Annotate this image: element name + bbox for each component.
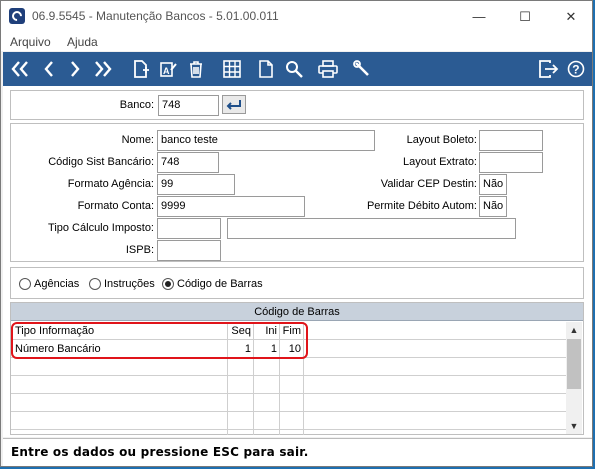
status-bar: Entre os dados ou pressione ESC para sai… bbox=[3, 438, 592, 466]
menu-arquivo[interactable]: Arquivo bbox=[10, 35, 51, 49]
next-icon[interactable] bbox=[63, 52, 87, 86]
enter-button[interactable] bbox=[222, 95, 246, 114]
prev-icon[interactable] bbox=[37, 52, 61, 86]
title-bar: 06.9.5545 - Manutenção Bancos - 5.01.00.… bbox=[1, 1, 592, 32]
grid-icon[interactable] bbox=[220, 52, 244, 86]
radio-agencias-circle bbox=[19, 278, 31, 290]
grid-line bbox=[11, 393, 568, 394]
tools-icon[interactable] bbox=[350, 52, 374, 86]
radio-codigo-barras[interactable]: Código de Barras bbox=[162, 278, 263, 290]
ispb-label: ISPB: bbox=[125, 244, 154, 256]
svg-text:?: ? bbox=[572, 63, 579, 77]
radio-agencias-label: Agências bbox=[34, 278, 80, 290]
last-icon[interactable] bbox=[91, 52, 115, 86]
details-panel: Nome: banco teste Código Sist Bancário: … bbox=[10, 123, 584, 262]
window-title: 06.9.5545 - Manutenção Bancos - 5.01.00.… bbox=[32, 9, 279, 23]
grid-line bbox=[11, 411, 568, 412]
permite-debito-input[interactable]: Não bbox=[479, 196, 507, 217]
layout-boleto-input[interactable] bbox=[479, 130, 543, 151]
codigo-barras-grid: Código de Barras Tipo Informação Seq Ini… bbox=[10, 302, 584, 435]
new-icon[interactable] bbox=[129, 52, 153, 86]
radio-instrucoes[interactable]: Instruções bbox=[89, 278, 155, 290]
delete-icon[interactable] bbox=[184, 52, 208, 86]
grid-scrollbar[interactable]: ▲ ▼ bbox=[566, 322, 582, 434]
scroll-thumb[interactable] bbox=[567, 339, 581, 389]
scroll-down-icon[interactable]: ▼ bbox=[566, 418, 582, 434]
layout-extrato-label: Layout Extrato: bbox=[403, 156, 477, 168]
banco-panel: Banco: 748 bbox=[10, 90, 584, 120]
menu-ajuda[interactable]: Ajuda bbox=[67, 35, 98, 49]
validar-cep-input[interactable]: Não bbox=[479, 174, 507, 195]
edit-icon[interactable]: A bbox=[156, 52, 180, 86]
print-icon[interactable] bbox=[316, 52, 340, 86]
application-window: 06.9.5545 - Manutenção Bancos - 5.01.00.… bbox=[0, 0, 593, 467]
permite-debito-label: Permite Débito Autom: bbox=[366, 200, 477, 212]
highlight-annotation bbox=[11, 322, 308, 359]
nome-label: Nome: bbox=[121, 134, 154, 146]
conta-label: Formato Conta: bbox=[77, 200, 154, 212]
scroll-up-icon[interactable]: ▲ bbox=[566, 322, 582, 338]
banco-label: Banco: bbox=[119, 99, 154, 111]
document-icon[interactable] bbox=[254, 52, 278, 86]
enter-arrow-icon bbox=[226, 100, 241, 110]
grid-line bbox=[11, 429, 568, 430]
exit-icon[interactable] bbox=[537, 52, 561, 86]
radio-panel: Agências Instruções Código de Barras bbox=[10, 267, 584, 299]
radio-codigo-barras-circle bbox=[162, 278, 174, 290]
banco-input[interactable]: 748 bbox=[158, 95, 219, 116]
agencia-label: Formato Agência: bbox=[67, 178, 154, 190]
codigo-label: Código Sist Bancário: bbox=[48, 156, 154, 168]
radio-instrucoes-circle bbox=[89, 278, 101, 290]
validar-cep-label: Validar CEP Destin: bbox=[380, 178, 477, 190]
tipo-calculo-desc-input[interactable] bbox=[227, 218, 516, 239]
form-content: Banco: 748 Nome: banco teste Código Sist… bbox=[3, 86, 592, 437]
tipo-calculo-label: Tipo Cálculo Imposto: bbox=[48, 222, 154, 234]
help-icon[interactable]: ? bbox=[564, 52, 588, 86]
radio-codigo-barras-label: Código de Barras bbox=[177, 278, 263, 290]
agencia-input[interactable]: 99 bbox=[157, 174, 235, 195]
menu-bar: Arquivo Ajuda bbox=[1, 32, 592, 51]
radio-instrucoes-label: Instruções bbox=[104, 278, 155, 290]
close-button[interactable]: ✕ bbox=[548, 1, 594, 32]
layout-extrato-input[interactable] bbox=[479, 152, 543, 173]
ispb-input[interactable] bbox=[157, 240, 221, 261]
tipo-calculo-input[interactable] bbox=[157, 218, 221, 239]
grid-title: Código de Barras bbox=[11, 303, 583, 321]
toolbar: A ? bbox=[3, 52, 592, 86]
grid-line bbox=[11, 375, 568, 376]
codigo-input[interactable]: 748 bbox=[157, 152, 219, 173]
conta-input[interactable]: 9999 bbox=[157, 196, 305, 217]
app-logo-icon bbox=[9, 8, 25, 24]
radio-agencias[interactable]: Agências bbox=[19, 278, 79, 290]
svg-text:A: A bbox=[163, 66, 170, 76]
minimize-button[interactable]: — bbox=[456, 1, 502, 32]
search-icon[interactable] bbox=[282, 52, 306, 86]
maximize-button[interactable]: ☐ bbox=[502, 1, 548, 32]
first-icon[interactable] bbox=[8, 52, 32, 86]
layout-boleto-label: Layout Boleto: bbox=[406, 134, 477, 146]
